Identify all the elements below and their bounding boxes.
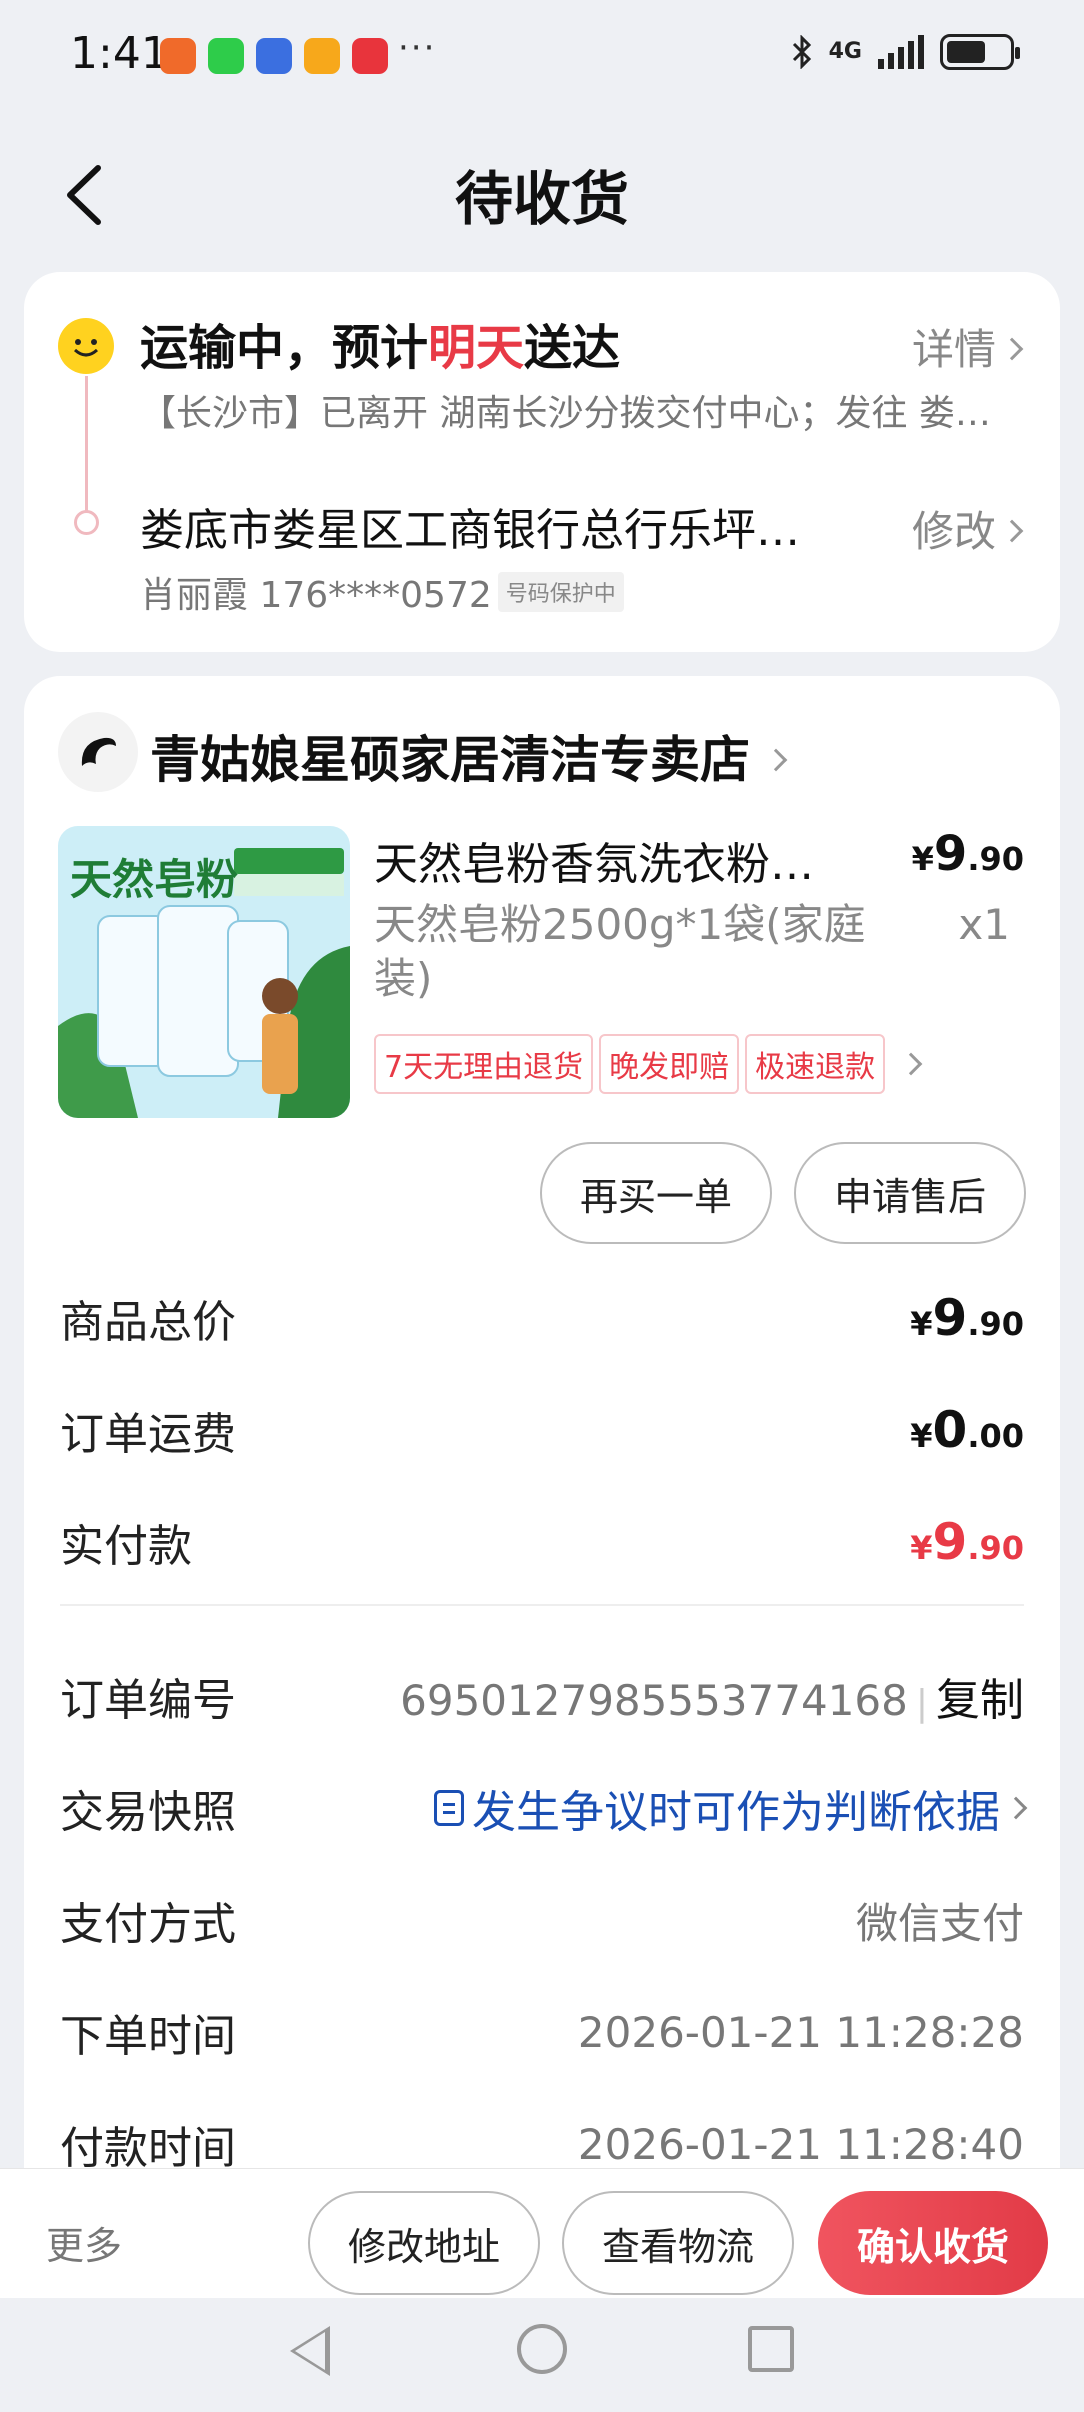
freight-value: ¥0.00 xyxy=(910,1401,1024,1459)
status-right: 4G xyxy=(791,34,1020,70)
shipping-status: 运输中，预计明天送达 xyxy=(140,320,621,376)
nav-recent-icon[interactable] xyxy=(748,2326,794,2372)
battery-icon xyxy=(940,34,1020,70)
service-tags[interactable]: 7天无理由退货 晚发即赔 极速退款 xyxy=(374,1034,923,1094)
privacy-badge: 号码保护中 xyxy=(497,572,624,612)
more-notifications-icon: ··· xyxy=(398,28,437,68)
delivery-address: 娄底市娄星区工商银行总行乐坪大道店 xyxy=(140,505,840,556)
system-nav-bar xyxy=(0,2298,1084,2412)
snapshot-link[interactable]: 发生争议时可作为判断依据 xyxy=(434,1776,1028,1840)
modify-address-button[interactable]: 修改地址 xyxy=(308,2191,540,2295)
nav-back-icon[interactable] xyxy=(290,2326,330,2376)
pay-time-row: 付款时间 2026-01-21 11:28:40 xyxy=(60,2119,1024,2175)
signal-icon xyxy=(878,35,924,69)
snapshot-row[interactable]: 交易快照 发生争议时可作为判断依据 xyxy=(60,1776,1028,1840)
page-title: 待收货 xyxy=(454,165,629,233)
more-button[interactable]: 更多 xyxy=(46,2215,122,2270)
notification-icons xyxy=(160,38,388,74)
chevron-right-icon xyxy=(1000,519,1024,542)
order-time: 2026-01-21 11:28:28 xyxy=(577,2007,1024,2057)
chevron-right-icon xyxy=(1004,1796,1028,1820)
network-label: 4G xyxy=(828,39,862,64)
product-image[interactable]: 天然皂粉 xyxy=(58,826,350,1118)
edit-address-link[interactable]: 修改 xyxy=(912,498,1024,559)
chevron-right-icon xyxy=(899,1052,923,1076)
pay-method-row: 支付方式 微信支付 xyxy=(60,1890,1024,1951)
video-app-icon xyxy=(304,38,340,74)
goods-total-row: 商品总价 ¥9.90 xyxy=(60,1289,1024,1348)
product-spec: 天然皂粉2500g*1袋(家庭装) xyxy=(374,900,866,1003)
app-notification-icon xyxy=(160,38,196,74)
rebuy-button[interactable]: 再买一单 xyxy=(540,1142,772,1244)
pay-time: 2026-01-21 11:28:40 xyxy=(577,2119,1024,2169)
order-number: 6950127985553774168 | 复制 xyxy=(400,1675,1024,1726)
order-card: 青姑娘星硕家居清洁专卖店 天然皂粉 天然皂粉香氛洗衣粉家庭装 ¥9.90 天然皂… xyxy=(24,676,1060,2176)
wechat-icon xyxy=(208,38,244,74)
paid-row: 实付款 ¥9.90 xyxy=(60,1513,1024,1572)
freight-row: 订单运费 ¥0.00 xyxy=(60,1401,1024,1460)
delivery-status-icon xyxy=(58,318,114,374)
header: 待收货 xyxy=(0,130,1084,250)
product-name[interactable]: 天然皂粉香氛洗衣粉家庭装 xyxy=(374,828,844,892)
paid-value: ¥9.90 xyxy=(910,1513,1024,1571)
product-quantity: x1 xyxy=(958,900,1010,949)
tag-late-compensation: 晚发即赔 xyxy=(599,1034,740,1094)
timeline-line xyxy=(85,376,88,526)
after-sale-button[interactable]: 申请售后 xyxy=(794,1142,1026,1244)
status-time: 1:41 xyxy=(70,28,169,79)
timeline-dot xyxy=(74,510,99,535)
bluetooth-icon xyxy=(792,35,811,69)
product-image-text: 天然皂粉 xyxy=(70,855,239,904)
store-name[interactable]: 青姑娘星硕家居清洁专卖店 xyxy=(150,720,788,792)
chevron-right-icon xyxy=(764,748,788,771)
confirm-receipt-button[interactable]: 确认收货 xyxy=(818,2191,1048,2295)
recipient-info: 肖丽霞 176****0572 号码保护中 xyxy=(140,566,624,618)
tag-return: 7天无理由退货 xyxy=(374,1034,594,1094)
view-logistics-button[interactable]: 查看物流 xyxy=(562,2191,794,2295)
tracking-text[interactable]: 【长沙市】已离开 湖南长沙分拨交付中心；发往 娄底转运中心 xyxy=(140,384,1020,436)
status-bar: 1:41 ··· 4G xyxy=(0,0,1084,110)
shipping-card: 运输中，预计明天送达 详情 【长沙市】已离开 湖南长沙分拨交付中心；发往 娄底转… xyxy=(24,272,1060,652)
goods-total-value: ¥9.90 xyxy=(910,1289,1024,1347)
order-number-row: 订单编号 6950127985553774168 | 复制 xyxy=(60,1666,1024,1726)
tag-fast-refund: 极速退款 xyxy=(745,1034,886,1094)
order-time-row: 下单时间 2026-01-21 11:28:28 xyxy=(60,2007,1024,2063)
divider xyxy=(60,1604,1024,1606)
store-logo[interactable] xyxy=(58,712,138,792)
product-price: ¥9.90 xyxy=(911,826,1024,882)
nav-home-icon[interactable] xyxy=(517,2324,567,2374)
bottom-action-bar: 更多 修改地址 查看物流 确认收货 xyxy=(0,2168,1084,2298)
baidu-icon xyxy=(256,38,292,74)
pay-method: 微信支付 xyxy=(855,1898,1024,1948)
document-icon xyxy=(434,1790,464,1826)
copy-button[interactable]: 复制 xyxy=(936,1675,1024,1726)
chevron-right-icon xyxy=(1000,337,1024,360)
shipping-detail-link[interactable]: 详情 xyxy=(912,316,1024,377)
red-app-icon xyxy=(352,38,388,74)
